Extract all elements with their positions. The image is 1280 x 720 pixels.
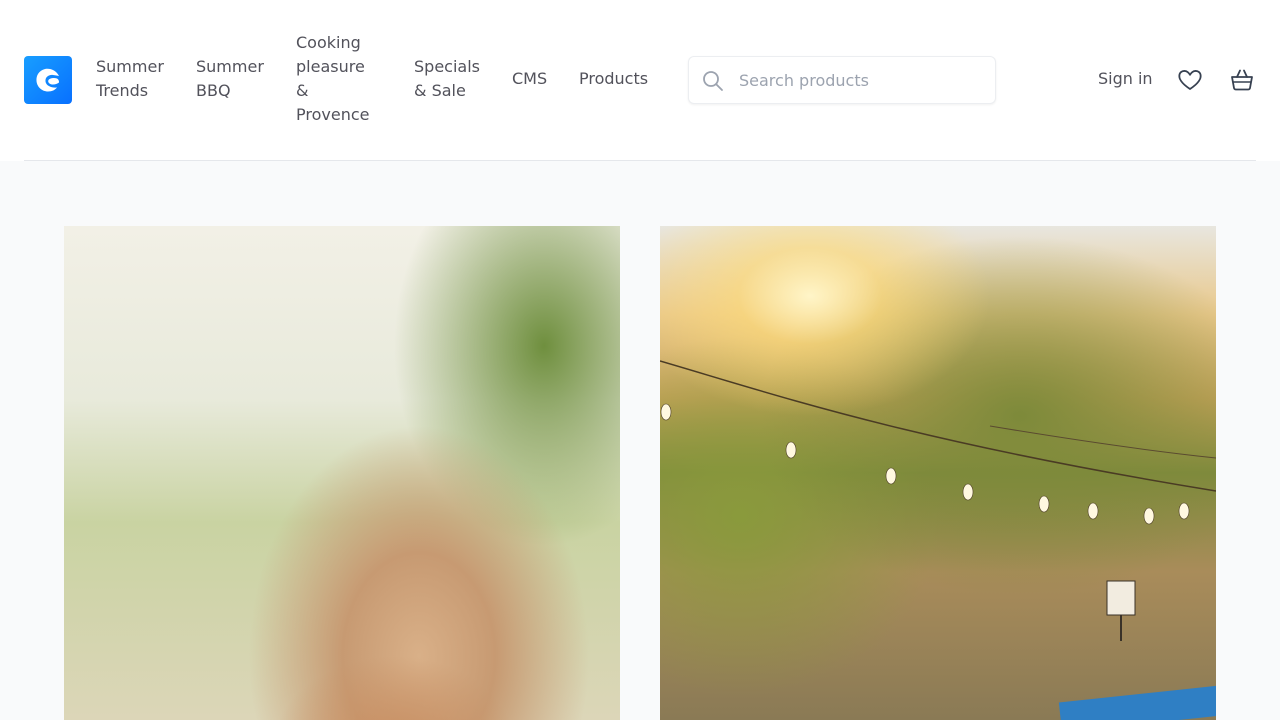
nav-specials-sale[interactable]: Specials & Sale <box>414 55 494 103</box>
header-divider <box>24 160 1256 161</box>
sign-in-link[interactable]: Sign in <box>1098 67 1153 91</box>
heart-icon[interactable] <box>1176 66 1204 94</box>
nav-label: Provence <box>296 105 370 124</box>
nav-summer-bbq[interactable]: Summer BBQ <box>196 55 276 103</box>
nav-summer-trends[interactable]: Summer Trends <box>96 55 176 103</box>
nav-cooking-pleasure-provence[interactable]: Cooking pleasure & Provence <box>296 31 386 127</box>
shopware-logo[interactable] <box>24 56 72 104</box>
sunset-garden-photo[interactable] <box>660 226 1216 720</box>
child-hair-photo[interactable] <box>64 226 620 720</box>
nav-label: pleasure <box>296 57 365 76</box>
nav-label: Summer <box>96 57 164 76</box>
search-input[interactable] <box>739 57 989 103</box>
nav-label: BBQ <box>196 81 231 100</box>
nav-cms[interactable]: CMS <box>512 67 547 91</box>
search-icon[interactable] <box>701 69 725 93</box>
nav-label: Cooking <box>296 33 361 52</box>
search-box[interactable] <box>688 56 996 104</box>
nav-label: Summer <box>196 57 264 76</box>
site-header: Summer Trends Summer BBQ Cooking pleasur… <box>0 0 1280 161</box>
nav-label: Specials <box>414 57 480 76</box>
nav-label: CMS <box>512 69 548 88</box>
nav-label: Trends <box>96 81 149 100</box>
nav-label: & Sale <box>414 81 466 100</box>
nav-products[interactable]: Products <box>579 67 648 91</box>
shopware-logo-icon <box>36 68 60 92</box>
basket-icon[interactable] <box>1228 66 1256 94</box>
nav-label: & <box>296 81 309 100</box>
nav-label: Products <box>579 69 649 88</box>
string-lights-graphic <box>660 360 1216 641</box>
